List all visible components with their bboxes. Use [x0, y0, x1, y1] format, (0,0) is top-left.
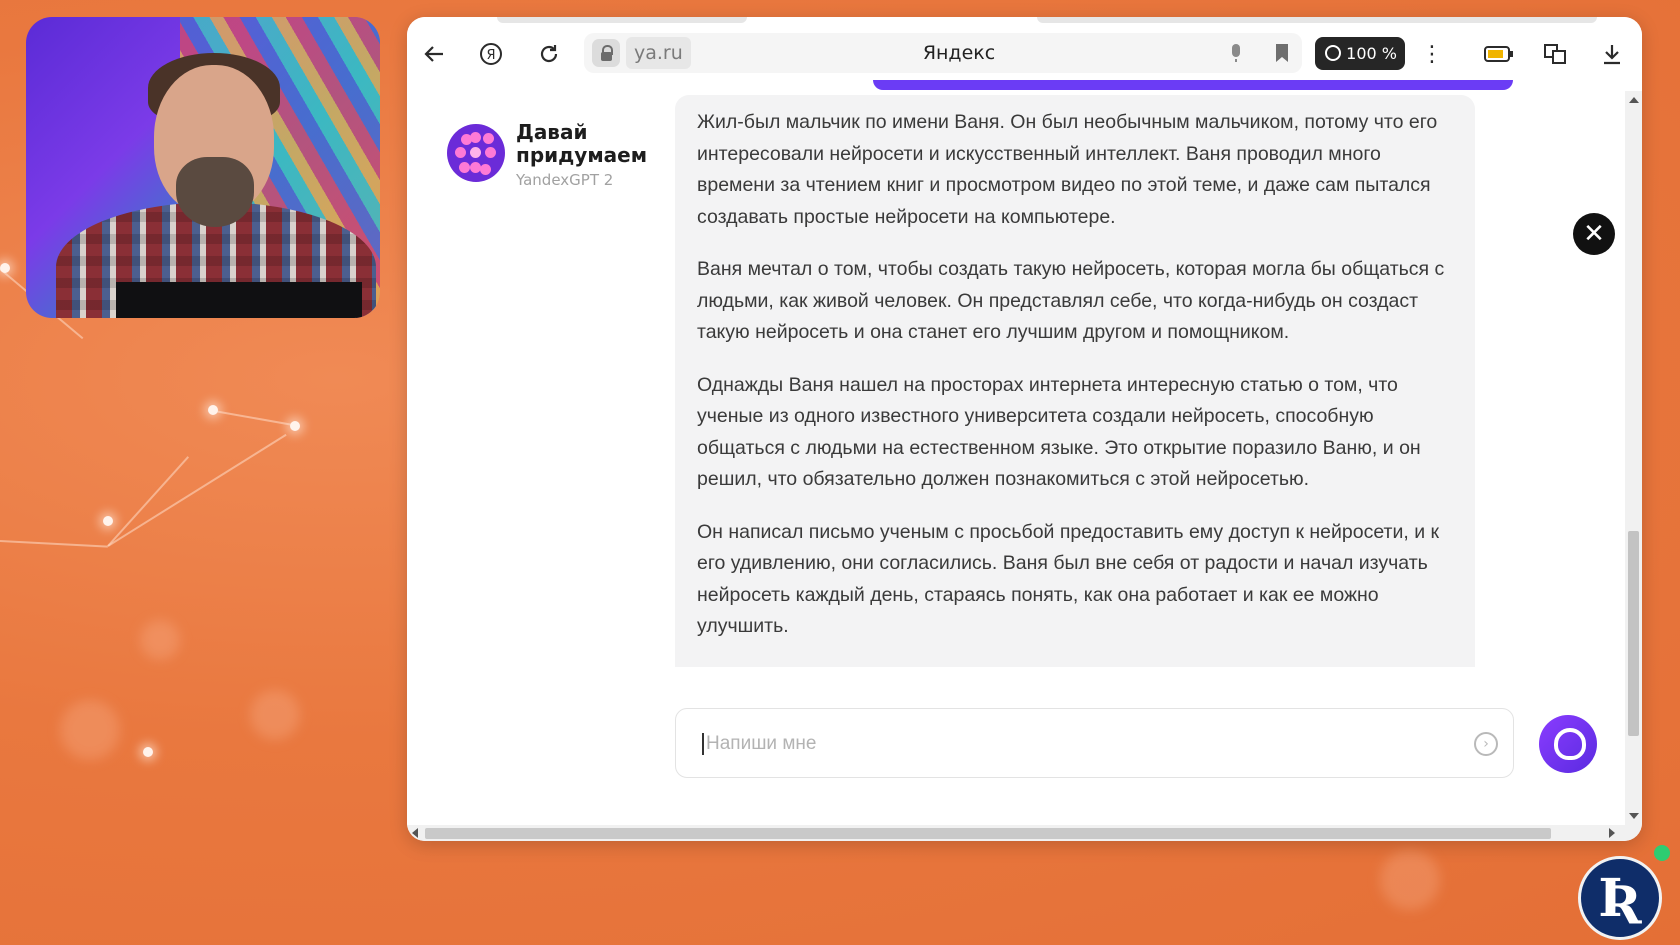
zoom-icon [1325, 45, 1341, 61]
live-indicator [1654, 845, 1670, 861]
bot-model: YandexGPT 2 [516, 171, 614, 189]
webcam-video [26, 17, 380, 318]
network-line [107, 433, 287, 547]
page-title: Яндекс [922, 42, 996, 64]
horizontal-scrollbar[interactable] [407, 825, 1642, 841]
desk [116, 282, 362, 318]
browser-window: Я ya.ru Яндекс 100 % ⋮ Давай придумаем Y… [407, 17, 1642, 841]
tab-strip[interactable] [497, 17, 747, 23]
address-bar[interactable]: ya.ru Яндекс [584, 33, 1302, 73]
network-node [290, 421, 300, 431]
bokeh [250, 690, 300, 740]
presenter-beard [176, 157, 254, 227]
tab-strip[interactable] [1037, 17, 1597, 23]
network-line [0, 540, 108, 548]
message-bubble: Жил-был мальчик по имени Ваня. Он был не… [675, 95, 1475, 667]
scroll-up-icon[interactable] [1629, 97, 1639, 103]
yandex-icon[interactable]: Я [478, 41, 504, 67]
hse-logo: Ʀ [1578, 856, 1662, 940]
scroll-down-icon[interactable] [1629, 813, 1639, 819]
message-paragraph: Жил-был мальчик по имени Ваня. Он был не… [697, 111, 1438, 228]
reload-icon[interactable] [536, 41, 562, 67]
bokeh [60, 700, 120, 760]
translate-icon[interactable] [1542, 41, 1568, 67]
network-line [213, 410, 297, 427]
battery-icon[interactable] [1482, 41, 1516, 67]
network-node [143, 747, 153, 757]
svg-text:Я: Я [486, 48, 495, 63]
lock-icon[interactable] [592, 39, 620, 67]
bot-name: Давай придумаем [516, 120, 648, 167]
more-icon[interactable]: ⋮ [1419, 41, 1445, 67]
message-input-box[interactable]: › [675, 708, 1514, 778]
scroll-right-icon[interactable] [1609, 828, 1615, 838]
chat-area: Давай придумаем YandexGPT 2 Жил-был маль… [407, 91, 1625, 825]
network-node [103, 516, 113, 526]
network-node [208, 405, 218, 415]
download-icon[interactable] [1599, 41, 1625, 67]
scroll-thumb[interactable] [425, 828, 1551, 839]
message-paragraph: Он написал письмо ученым с просьбой пред… [697, 520, 1440, 638]
zoom-label: 100 % [1346, 44, 1397, 63]
message-paragraph: Однажды Ваня нашел на просторах интернет… [697, 373, 1421, 491]
mic-icon[interactable] [1224, 41, 1248, 65]
bot-avatar [447, 124, 505, 182]
message-paragraph: Ваня мечтал о том, чтобы создать такую н… [697, 258, 1445, 343]
scroll-left-icon[interactable] [412, 828, 418, 838]
network-node [0, 263, 10, 273]
send-icon[interactable]: › [1474, 732, 1498, 756]
address-domain[interactable]: ya.ru [626, 37, 691, 69]
scroll-thumb[interactable] [1628, 531, 1639, 736]
browser-toolbar: Я ya.ru Яндекс 100 % ⋮ [407, 17, 1642, 91]
accent-strip [873, 80, 1513, 90]
bokeh [1380, 850, 1440, 910]
close-icon[interactable]: ✕ [1573, 213, 1615, 255]
zoom-indicator[interactable]: 100 % [1315, 37, 1405, 70]
back-icon[interactable] [421, 41, 447, 67]
bokeh [140, 620, 180, 660]
vertical-scrollbar[interactable] [1625, 91, 1642, 825]
alice-icon[interactable] [1539, 715, 1597, 773]
bookmark-icon[interactable] [1270, 41, 1294, 65]
message-input[interactable] [704, 723, 1448, 765]
